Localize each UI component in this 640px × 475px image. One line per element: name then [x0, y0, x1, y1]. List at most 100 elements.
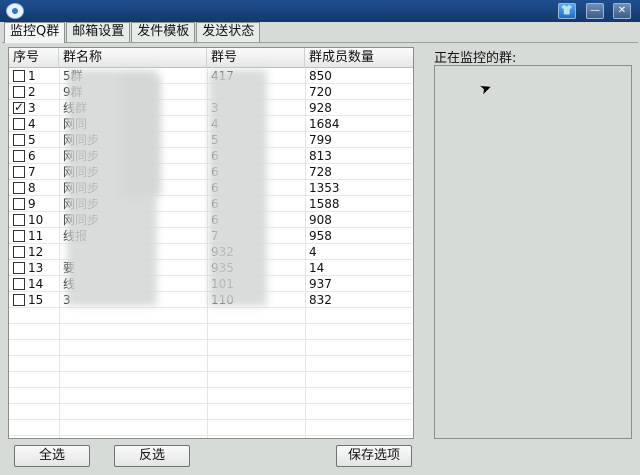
- row-seq: 13: [28, 261, 44, 275]
- row-seq: 1: [28, 69, 36, 83]
- row-group-number: 6: [211, 213, 219, 227]
- row-group-name: 要: [63, 261, 76, 275]
- row-group-number: 5: [211, 133, 219, 147]
- table-row[interactable]: 14 线 101 937: [9, 276, 413, 292]
- tab-send-template[interactable]: 发件模板: [131, 22, 196, 42]
- row-member-count: 14: [309, 261, 325, 275]
- row-group-name: 网同步: [63, 149, 100, 163]
- row-group-number: 101: [211, 277, 234, 291]
- row-group-name: 网同: [63, 117, 88, 131]
- tab-monitor-groups[interactable]: 监控Q群: [4, 22, 66, 43]
- table-row[interactable]: 12 932 4: [9, 244, 413, 260]
- row-checkbox[interactable]: [13, 278, 25, 290]
- table-row[interactable]: 3 线群 3 928: [9, 100, 413, 116]
- table-row[interactable]: 9 网同步 6 1588: [9, 196, 413, 212]
- table-row[interactable]: 7 网同步 6 728: [9, 164, 413, 180]
- row-seq: 14: [28, 277, 44, 291]
- row-member-count: 850: [309, 69, 332, 83]
- row-checkbox[interactable]: [13, 182, 25, 194]
- tab-send-status[interactable]: 发送状态: [196, 22, 261, 42]
- row-group-name: 网同步: [63, 181, 100, 195]
- row-member-count: 720: [309, 85, 332, 99]
- row-checkbox[interactable]: [13, 294, 25, 306]
- row-seq-cell: 10: [9, 212, 59, 228]
- row-seq: 10: [28, 213, 44, 227]
- row-group-name: 线群: [63, 101, 88, 115]
- row-seq: 15: [28, 293, 44, 307]
- table-row[interactable]: 6 网同步 6 813: [9, 148, 413, 164]
- row-seq-cell: 1: [9, 68, 59, 84]
- row-seq: 8: [28, 181, 36, 195]
- invert-selection-button[interactable]: 反选: [114, 445, 190, 467]
- row-seq-cell: 14: [9, 276, 59, 292]
- table-row[interactable]: 1 5群 417 850: [9, 68, 413, 84]
- minimize-icon[interactable]: —: [586, 3, 604, 19]
- row-group-name: 网同步: [63, 133, 100, 147]
- row-member-count: 937: [309, 277, 332, 291]
- row-seq-cell: 11: [9, 228, 59, 244]
- row-seq: 3: [28, 101, 36, 115]
- row-seq-cell: 5: [9, 132, 59, 148]
- row-checkbox[interactable]: [13, 262, 25, 274]
- select-all-button[interactable]: 全选: [14, 445, 90, 467]
- row-checkbox[interactable]: [13, 100, 25, 114]
- row-member-count: 928: [309, 101, 332, 115]
- tab-strip: 监控Q群 邮箱设置 发件模板 发送状态: [4, 22, 261, 43]
- table-row[interactable]: 2 9群 720: [9, 84, 413, 100]
- row-checkbox[interactable]: [13, 166, 25, 178]
- eye-icon: [6, 3, 24, 19]
- row-group-number: 110: [211, 293, 234, 307]
- group-list[interactable]: 序号 群名称 群号 群成员数量 1 5群 417 850 2 9群 720 3 线群 3 928 4 网…: [8, 47, 414, 439]
- table-row[interactable]: 4 网同 4 1684: [9, 116, 413, 132]
- row-seq-cell: 3: [9, 100, 59, 116]
- tab-mailbox-settings[interactable]: 邮箱设置: [66, 22, 131, 42]
- row-seq: 6: [28, 149, 36, 163]
- row-checkbox[interactable]: [13, 214, 25, 226]
- list-header: 序号 群名称 群号 群成员数量: [9, 48, 413, 68]
- table-row[interactable]: 8 网同步 6 1353: [9, 180, 413, 196]
- row-group-name: [59, 244, 207, 260]
- row-group-number: 417: [211, 69, 234, 83]
- row-checkbox[interactable]: [13, 198, 25, 210]
- header-name[interactable]: 群名称: [59, 48, 207, 68]
- row-member-count: 1684: [309, 117, 340, 131]
- row-checkbox[interactable]: [13, 230, 25, 242]
- row-seq: 11: [28, 229, 44, 243]
- row-group-number: 6: [211, 181, 219, 195]
- row-group-name: 3: [63, 293, 71, 307]
- row-checkbox[interactable]: [13, 118, 25, 130]
- table-row[interactable]: 5 网同步 5 799: [9, 132, 413, 148]
- row-group-name: 5群: [63, 69, 83, 83]
- row-group-number: 3: [211, 101, 219, 115]
- row-member-count: 4: [309, 245, 317, 259]
- row-checkbox[interactable]: [13, 150, 25, 162]
- row-seq-cell: 8: [9, 180, 59, 196]
- row-member-count: 799: [309, 133, 332, 147]
- row-checkbox[interactable]: [13, 134, 25, 146]
- row-seq-cell: 9: [9, 196, 59, 212]
- table-row[interactable]: 15 3 110 832: [9, 292, 413, 308]
- row-checkbox[interactable]: [13, 86, 25, 98]
- row-member-count: 832: [309, 293, 332, 307]
- row-member-count: 1588: [309, 197, 340, 211]
- table-row[interactable]: 10 网同步 6 908: [9, 212, 413, 228]
- row-seq: 7: [28, 165, 36, 179]
- row-group-name: 网同步: [63, 165, 100, 179]
- row-member-count: 813: [309, 149, 332, 163]
- header-number[interactable]: 群号: [207, 48, 305, 68]
- row-seq-cell: 7: [9, 164, 59, 180]
- monitoring-list[interactable]: [434, 65, 632, 439]
- monitoring-label: 正在监控的群:: [434, 51, 517, 66]
- table-row[interactable]: 13 要 935 14: [9, 260, 413, 276]
- row-member-count: 958: [309, 229, 332, 243]
- save-options-button[interactable]: 保存选项: [336, 445, 412, 467]
- header-member-count[interactable]: 群成员数量: [305, 48, 413, 68]
- table-row[interactable]: 11 线报 7 958: [9, 228, 413, 244]
- row-checkbox[interactable]: [13, 70, 25, 82]
- row-seq-cell: 6: [9, 148, 59, 164]
- skin-icon[interactable]: 👕: [558, 3, 576, 19]
- header-seq[interactable]: 序号: [9, 48, 59, 68]
- close-icon[interactable]: ✕: [613, 3, 631, 19]
- row-checkbox[interactable]: [13, 246, 25, 258]
- tab-panel: 序号 群名称 群号 群成员数量 1 5群 417 850 2 9群 720 3 线群 3 928 4 网…: [2, 42, 638, 473]
